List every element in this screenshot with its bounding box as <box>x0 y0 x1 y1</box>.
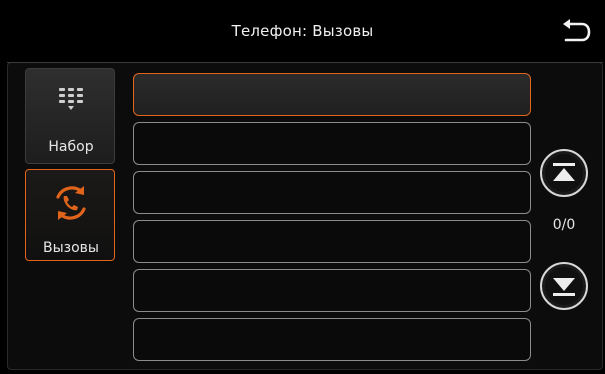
dialpad-icon <box>26 79 116 121</box>
sidebar-item-label: Вызовы <box>43 240 99 256</box>
list-item[interactable] <box>133 171 531 214</box>
scroll-up-icon <box>540 149 588 197</box>
scroll-up-button[interactable] <box>539 148 589 198</box>
page-counter: 0/0 <box>552 217 576 233</box>
list-item[interactable] <box>133 318 531 361</box>
call-history-icon <box>26 182 116 224</box>
page-title: Телефон: Вызовы <box>231 22 374 40</box>
back-arrow-icon <box>563 19 591 42</box>
list-item[interactable] <box>133 220 531 263</box>
list-item[interactable] <box>133 73 531 116</box>
scroll-down-icon <box>540 262 588 310</box>
back-button[interactable] <box>560 18 592 44</box>
list-item[interactable] <box>133 269 531 312</box>
divider <box>7 62 603 63</box>
sidebar-item-dial[interactable]: Набор <box>25 68 115 164</box>
list-item[interactable] <box>133 122 531 165</box>
sidebar-item-label: Набор <box>48 139 94 155</box>
scroll-down-button[interactable] <box>539 261 589 311</box>
sidebar-item-calls[interactable]: Вызовы <box>25 169 115 261</box>
